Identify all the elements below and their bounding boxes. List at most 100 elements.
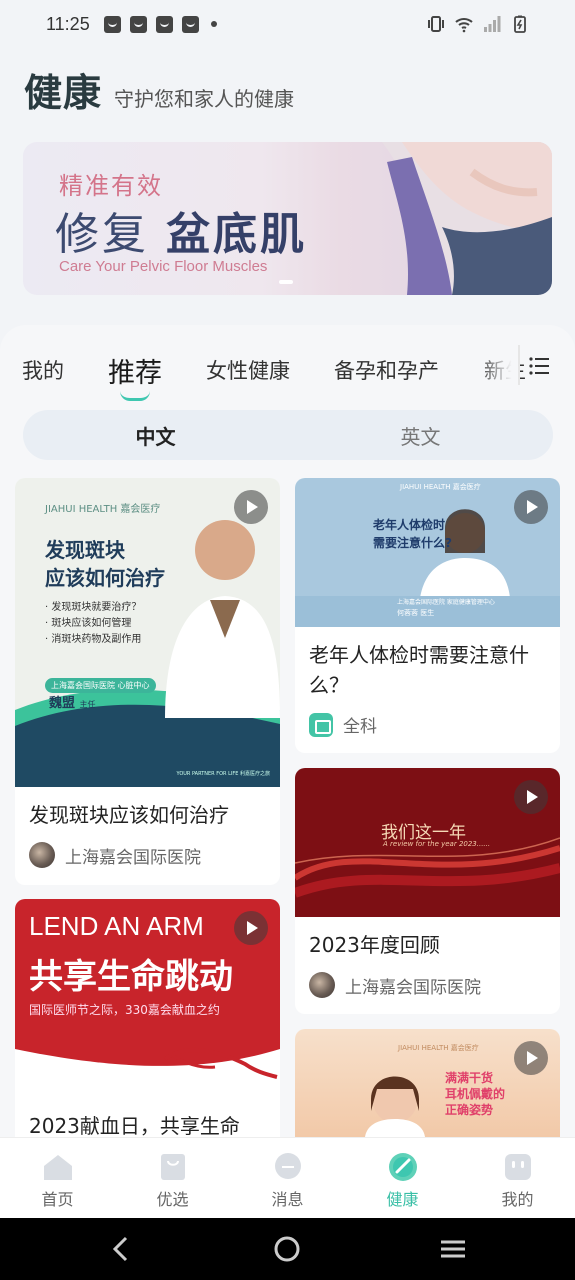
article-thumbnail: LEND AN ARM 共享生命跳动 国际医师节之际，330嘉会献血之约 — [15, 899, 280, 1099]
thumb-department: 上海嘉会国际医院 家庭健康管理中心 — [397, 599, 495, 606]
tab-recommended[interactable]: 推荐 — [108, 351, 162, 390]
category-icon — [309, 712, 333, 737]
article-card[interactable]: JIAHUI HEALTH 嘉会医疗 老年人体检时 需要注意什么? 上海嘉会国际… — [295, 478, 560, 753]
notification-icon — [103, 15, 121, 33]
article-thumbnail: JIAHUI HEALTH 嘉会医疗 发现斑块 应该如何治疗 · 发现斑块就要治… — [15, 478, 280, 787]
category-name: 全科 — [343, 717, 377, 737]
source-name: 上海嘉会国际医院 — [65, 847, 201, 868]
category-tabs: 我的 推荐 女性健康 备孕和孕产 新生 — [0, 325, 575, 407]
wifi-icon — [455, 18, 473, 33]
tabs-fade — [478, 341, 520, 393]
nav-health[interactable]: 健康 — [345, 1138, 460, 1218]
article-card[interactable]: 我们这一年 A review for the year 2023...... 2… — [295, 768, 560, 1014]
recents-icon[interactable] — [438, 1234, 468, 1264]
hospital-avatar — [29, 842, 55, 868]
thumb-footer: YOUR PARTNER FOR LIFE 利嘉医疗之旅 — [176, 771, 270, 777]
thumb-heading-1: 发现斑块 — [45, 538, 125, 562]
nav-selected[interactable]: 优选 — [115, 1138, 230, 1218]
thumb-english: LEND AN ARM — [29, 911, 204, 941]
article-card[interactable]: JIAHUI HEALTH 嘉会医疗 发现斑块 应该如何治疗 · 发现斑块就要治… — [15, 478, 280, 885]
nav-label: 健康 — [386, 1190, 419, 1209]
carousel-indicator — [279, 280, 293, 284]
banner-figure-image — [382, 142, 552, 295]
back-icon[interactable] — [106, 1234, 136, 1264]
page-header: 健康 守护您和家人的健康 — [24, 62, 294, 117]
banner-headline-light: 修复 — [55, 209, 149, 260]
more-notifications-dot — [210, 21, 217, 27]
tab-womens-health[interactable]: 女性健康 — [206, 355, 290, 385]
banner-tag: 精准有效 — [59, 172, 163, 200]
thumb-heading-3: 正确姿势 — [445, 1103, 494, 1117]
promo-banner[interactable]: 精准有效 修复 盆底肌 Care Your Pelvic Floor Muscl… — [23, 142, 552, 295]
thumb-heading-2: 需要注意什么? — [373, 536, 452, 550]
article-source: 上海嘉会国际医院 — [29, 842, 201, 868]
banner-headline: 修复 盆底肌 — [55, 198, 307, 262]
banner-subline: Care Your Pelvic Floor Muscles — [59, 258, 268, 275]
article-thumbnail: JIAHUI HEALTH 嘉会医疗 满满干货 耳机佩戴的 正确姿势 — [295, 1029, 560, 1137]
signal-icon — [484, 16, 501, 32]
thumb-caption: 国际医师节之际，330嘉会献血之约 — [29, 1003, 220, 1017]
thumb-heading: 共享生命跳动 — [29, 957, 233, 997]
thumb-department: 上海嘉会国际医院 心脏中心 — [45, 678, 156, 693]
brand-label: JIAHUI HEALTH 嘉会医疗 — [45, 504, 161, 515]
play-icon — [514, 490, 548, 524]
tab-mine[interactable]: 我的 — [22, 355, 64, 385]
language-toggle: 中文 英文 — [23, 410, 553, 460]
play-icon — [234, 911, 268, 945]
notification-icon — [181, 15, 199, 33]
status-time: 11:25 — [46, 13, 90, 34]
home-icon — [43, 1155, 72, 1180]
article-title: 2023献血日，共享生命 — [29, 1114, 240, 1137]
vibrate-icon — [428, 16, 444, 32]
article-title: 2023年度回顾 — [309, 933, 440, 957]
language-english[interactable]: 英文 — [288, 410, 553, 460]
banner-headline-bold: 盆底肌 — [166, 209, 307, 260]
article-thumbnail: JIAHUI HEALTH 嘉会医疗 老年人体检时 需要注意什么? 上海嘉会国际… — [295, 478, 560, 627]
health-icon — [388, 1153, 417, 1181]
article-card[interactable]: LEND AN ARM 共享生命跳动 国际医师节之际，330嘉会献血之约 202… — [15, 899, 280, 1137]
thumb-bullet: · 发现斑块就要治疗？ — [45, 602, 142, 613]
thumb-doctor: 魏盟 主任 — [49, 692, 96, 711]
thumb-subheading: A review for the year 2023...... — [383, 840, 491, 848]
tab-pregnancy[interactable]: 备孕和孕产 — [334, 355, 439, 385]
profile-icon — [504, 1154, 531, 1180]
list-menu-icon[interactable] — [528, 355, 550, 377]
nav-label: 消息 — [271, 1190, 304, 1209]
play-icon — [514, 1041, 548, 1075]
thumb-doctor-title: 主任 — [79, 700, 96, 709]
thumb-heading-1: 老年人体检时 — [373, 518, 446, 532]
page-title: 健康 — [24, 71, 103, 115]
language-chinese[interactable]: 中文 — [23, 410, 288, 460]
thumb-bullet: · 消斑块药物及副作用 — [45, 634, 142, 645]
source-name: 上海嘉会国际医院 — [345, 977, 481, 998]
nav-home[interactable]: 首页 — [0, 1138, 115, 1218]
notification-icon — [129, 15, 147, 33]
thumb-bullet: · 斑块应该如何管理 — [45, 618, 132, 629]
shopping-bag-icon — [160, 1154, 185, 1180]
system-nav-bar — [0, 1218, 575, 1280]
nav-label: 首页 — [41, 1190, 74, 1209]
status-icons — [427, 15, 529, 33]
thumb-heading-1: 满满干货 — [445, 1071, 494, 1085]
thumb-doctor: 何蓉蓉 医生 — [397, 609, 435, 617]
nav-label: 优选 — [156, 1190, 189, 1209]
nav-label: 我的 — [501, 1190, 534, 1209]
article-source: 上海嘉会国际医院 — [309, 972, 481, 998]
article-thumbnail: 我们这一年 A review for the year 2023...... — [295, 768, 560, 917]
brand-label: JIAHUI HEALTH 嘉会医疗 — [400, 483, 481, 491]
notification-icon — [155, 15, 173, 33]
thumb-heading-2: 耳机佩戴的 — [445, 1087, 506, 1101]
article-title: 发现斑块应该如何治疗 — [29, 803, 229, 827]
status-bar: 11:25 — [0, 0, 575, 48]
thumb-doctor-name: 魏盟 — [49, 696, 76, 711]
thumb-bullets: · 发现斑块就要治疗？ · 斑块应该如何管理 · 消斑块药物及副作用 — [45, 600, 141, 648]
battery-charging-icon — [514, 15, 526, 33]
play-icon — [234, 490, 268, 524]
nav-messages[interactable]: 消息 — [230, 1138, 345, 1218]
play-icon — [514, 780, 548, 814]
article-title: 老年人体检时需要注意什么？ — [309, 643, 529, 697]
page-subtitle: 守护您和家人的健康 — [114, 87, 295, 111]
home-button-icon[interactable] — [272, 1234, 302, 1264]
nav-profile[interactable]: 我的 — [460, 1138, 575, 1218]
article-card[interactable]: JIAHUI HEALTH 嘉会医疗 满满干货 耳机佩戴的 正确姿势 — [295, 1029, 560, 1137]
